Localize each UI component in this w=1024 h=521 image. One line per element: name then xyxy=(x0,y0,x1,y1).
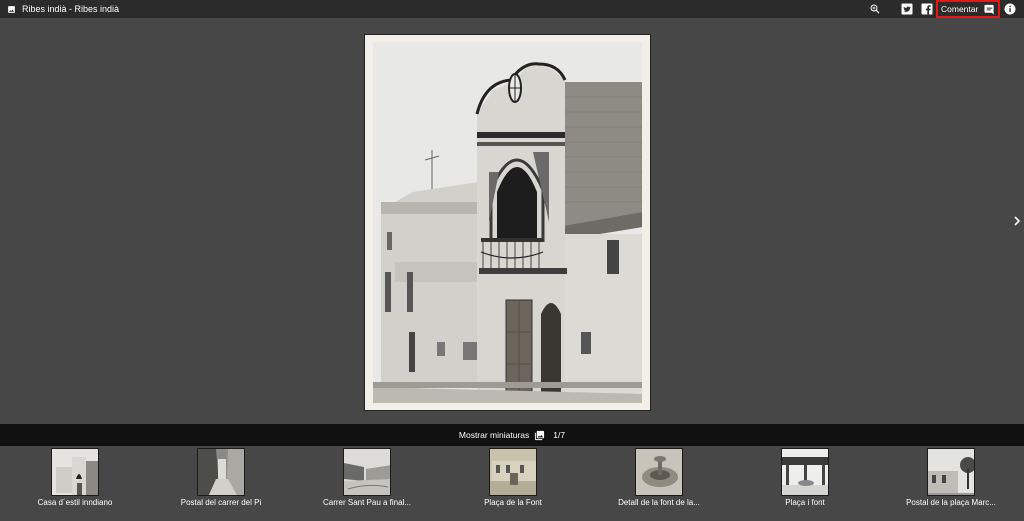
thumbnail-image xyxy=(343,448,391,496)
thumbnail-image xyxy=(927,448,975,496)
image-stage xyxy=(0,18,1024,424)
thumbnail-caption: Plaça de la Font xyxy=(484,498,542,507)
show-thumbnails-button[interactable]: Mostrar miniaturas xyxy=(459,430,545,441)
gallery-icon xyxy=(534,430,545,441)
thumbnail-caption: Postal de la plaça Marc... xyxy=(906,498,996,507)
comment-label: Comentar xyxy=(941,4,979,14)
thumbnail-caption: Detall de la font de la... xyxy=(618,498,700,507)
facebook-icon[interactable] xyxy=(921,3,933,15)
thumbnail-toggle-bar: Mostrar miniaturas 1/7 xyxy=(0,424,1024,446)
thumbnail-image xyxy=(635,448,683,496)
main-photo[interactable] xyxy=(373,42,642,403)
thumbnail-item[interactable]: Casa d´estil inndiano xyxy=(12,448,138,521)
page-title: Ribes indià - Ribes indià xyxy=(22,4,120,14)
info-icon[interactable] xyxy=(1004,3,1016,15)
comment-icon xyxy=(984,4,995,15)
thumbnail-item[interactable]: Postal del carrer del Pi xyxy=(158,448,284,521)
zoom-in-icon[interactable] xyxy=(869,3,881,15)
thumbnail-item[interactable]: Plaça i font xyxy=(742,448,868,521)
thumbnail-image xyxy=(781,448,829,496)
thumbnail-caption: Plaça i font xyxy=(785,498,825,507)
comment-button[interactable]: Comentar xyxy=(936,0,1000,18)
top-bar: Ribes indià - Ribes indià xyxy=(0,0,1024,18)
photo-frame xyxy=(364,34,651,411)
thumbnail-caption: Carrer Sant Pau a final... xyxy=(322,498,412,507)
image-counter: 1/7 xyxy=(553,430,566,440)
show-thumbnails-label: Mostrar miniaturas xyxy=(458,430,530,440)
thumbnail-image xyxy=(489,448,537,496)
title-group: Ribes indià - Ribes indià xyxy=(0,4,119,14)
next-image-button[interactable] xyxy=(1010,212,1024,230)
thumbnail-item[interactable]: Plaça de la Font xyxy=(450,448,576,521)
image-icon xyxy=(7,5,16,14)
twitter-icon[interactable] xyxy=(901,3,913,15)
thumbnail-strip: Casa d´estil inndiano Postal del carrer … xyxy=(0,446,1024,521)
thumbnail-item[interactable]: Detall de la font de la... xyxy=(596,448,722,521)
thumbnail-caption: Casa d´estil inndiano xyxy=(37,498,113,507)
thumbnail-image xyxy=(197,448,245,496)
thumbnail-image xyxy=(51,448,99,496)
thumbnail-item[interactable]: Carrer Sant Pau a final... xyxy=(304,448,430,521)
thumbnail-item[interactable]: Postal de la plaça Marc... xyxy=(888,448,1014,521)
thumbnail-caption: Postal del carrer del Pi xyxy=(180,498,262,507)
